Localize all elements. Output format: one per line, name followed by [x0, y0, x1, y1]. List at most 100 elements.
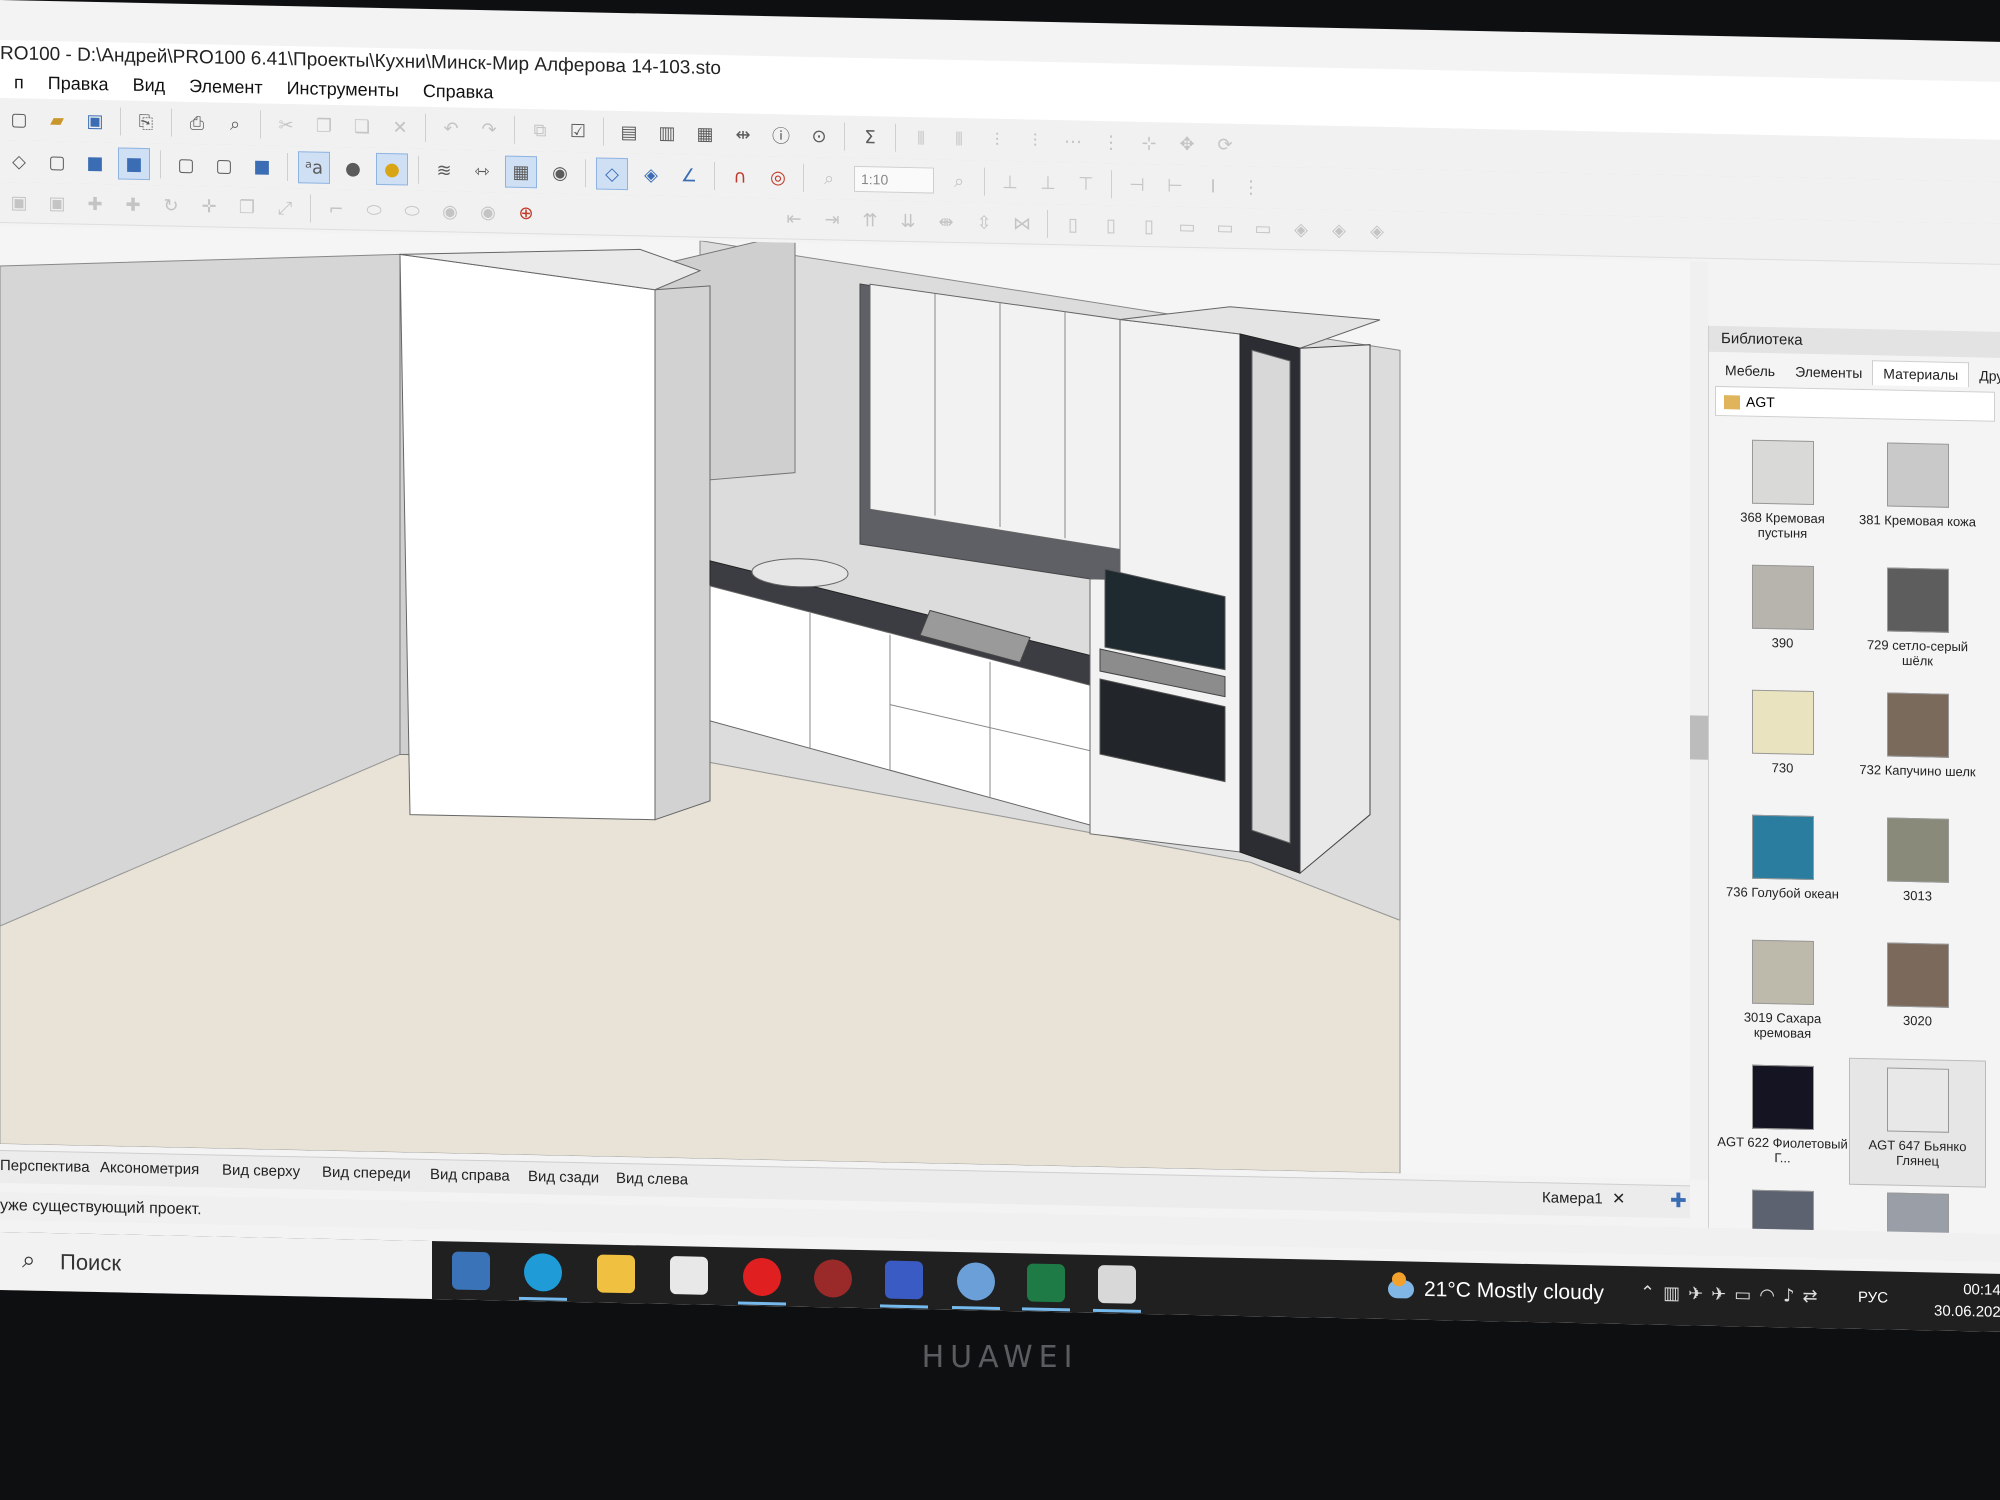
library-folder-select[interactable]: AGT	[1715, 385, 1995, 422]
hide-icon[interactable]: ◉	[435, 196, 465, 227]
panel-split-icon[interactable]: ▯	[1096, 210, 1126, 241]
distribute-v-icon[interactable]: ⋮	[1096, 127, 1126, 158]
move-icon[interactable]: ✥	[1172, 129, 1202, 160]
sum-icon[interactable]: Σ	[855, 122, 885, 153]
oval-icon[interactable]: ⬭	[359, 195, 389, 226]
copy-icon[interactable]: ❐	[309, 110, 339, 141]
align-left-icon[interactable]: ⫴	[906, 123, 936, 154]
zoom-icon[interactable]: ⌕	[814, 163, 844, 194]
tab-axonometry[interactable]: Аксонометрия	[100, 1159, 199, 1178]
delete-icon[interactable]: ✕	[385, 112, 415, 143]
tab-other[interactable]: Други	[1969, 363, 2000, 388]
tab-front-view[interactable]: Вид спереди	[322, 1164, 411, 1183]
align-right-icon[interactable]: ⫴	[944, 124, 974, 155]
pro100-save-icon[interactable]	[885, 1260, 923, 1300]
tag-remove-icon[interactable]: ◈	[1362, 216, 1392, 247]
material-swatch[interactable]	[1850, 1184, 1985, 1237]
arrange-icon[interactable]: ⇤	[779, 203, 809, 234]
tag-add-icon[interactable]: ◈	[1324, 215, 1354, 246]
visibility-eye-icon[interactable]: ◉	[545, 157, 575, 188]
move-element-icon[interactable]: ✛	[194, 191, 224, 222]
grid-icon[interactable]: ▦	[505, 155, 537, 189]
spread-icon[interactable]: ⇼	[931, 207, 961, 238]
material-swatch[interactable]: 3020	[1850, 934, 1985, 1062]
shaded-box-icon[interactable]: ■	[118, 147, 150, 181]
cut-icon[interactable]: ✂	[271, 110, 301, 141]
taskbar-clock[interactable]: 00:14 30.06.202	[1934, 1279, 2000, 1324]
paste-icon[interactable]: ❏	[347, 111, 377, 142]
wireframe-icon[interactable]: ◇	[4, 146, 34, 177]
show-icon[interactable]: ◉	[473, 197, 503, 228]
material-swatch[interactable]: 730	[1715, 681, 1850, 809]
material-swatch[interactable]: 729 сетло-серый шёлк	[1850, 559, 1985, 687]
select-tool-icon[interactable]: ◇	[596, 157, 628, 191]
tab-top-view[interactable]: Вид сверху	[222, 1162, 300, 1181]
edit-vertex-icon[interactable]: ◈	[636, 159, 666, 190]
menu-view[interactable]: Вид	[119, 70, 176, 101]
target-icon[interactable]: ◎	[763, 162, 793, 193]
align-bottom-icon[interactable]: ⫶	[1020, 125, 1050, 156]
remove-point-icon[interactable]: ✚	[118, 189, 148, 220]
line-icon[interactable]: ⋮	[1236, 172, 1266, 203]
material-swatch[interactable]: 390	[1715, 556, 1850, 684]
add-point-icon[interactable]: ✚	[80, 189, 110, 220]
arrange-right-icon[interactable]: ⇥	[817, 204, 847, 235]
material-swatch[interactable]: 3019 Сахара кремовая	[1715, 931, 1850, 1059]
app-notification-icon[interactable]	[1098, 1264, 1136, 1304]
report-icon[interactable]: ▤	[614, 117, 644, 148]
scrollbar-thumb[interactable]	[1690, 715, 1708, 760]
tab-materials[interactable]: Материалы	[1872, 360, 1970, 388]
stack-down-icon[interactable]: ⇊	[893, 206, 923, 237]
material-ball-icon[interactable]: ●	[338, 153, 368, 184]
tab-furniture[interactable]: Мебель	[1715, 358, 1785, 383]
hinge-icon[interactable]: ⊤	[1071, 168, 1101, 199]
system-tray-icons[interactable]: ⌃▥✈✈▭◠♪⇄	[1640, 1282, 1826, 1307]
oval-cut-icon[interactable]: ⬭	[397, 195, 427, 226]
weather-widget[interactable]: 21°C Mostly cloudy	[1388, 1277, 1604, 1306]
export-icon[interactable]: ⎘	[131, 107, 161, 138]
camera-tab[interactable]: Камера1	[1542, 1189, 1603, 1207]
material-swatch[interactable]: 368 Кремовая пустыня	[1715, 431, 1850, 559]
print-icon[interactable]: ⎙	[182, 108, 212, 139]
light-bulb-icon[interactable]: ●	[376, 152, 408, 186]
texture-toggle-icon[interactable]: ᵃa	[298, 151, 330, 184]
3d-viewport[interactable]	[0, 226, 1691, 1180]
magnet-icon[interactable]: ∩	[725, 161, 755, 192]
frame-group-icon[interactable]: ▣	[42, 188, 72, 219]
menu-edit[interactable]: Правка	[34, 69, 119, 101]
align-top-icon[interactable]: ⫶	[982, 125, 1012, 156]
app-wheel-icon[interactable]	[814, 1259, 852, 1298]
panel-icon[interactable]: ▯	[1058, 209, 1088, 240]
tab-perspective[interactable]: Перспектива	[0, 1157, 90, 1176]
spread-v-icon[interactable]: ⇳	[969, 207, 999, 238]
solid-box-icon[interactable]: ■	[80, 148, 110, 179]
text-cursor-icon[interactable]: I	[1198, 171, 1228, 202]
add-camera-icon[interactable]: ✚	[1670, 1188, 1687, 1213]
taskbar-search[interactable]: ⌕ Поиск	[0, 1232, 432, 1300]
edge-v-icon[interactable]: ⊢	[1160, 170, 1190, 201]
excel-icon[interactable]	[1027, 1263, 1065, 1303]
material-swatch[interactable]: 381 Кремовая кожа	[1850, 434, 1985, 562]
close-icon[interactable]: ✕	[1612, 1189, 1625, 1209]
undo-icon[interactable]: ↶	[436, 113, 466, 144]
pin-icon[interactable]: ⊥	[995, 167, 1025, 198]
rotate-element-icon[interactable]: ↻	[156, 190, 186, 221]
edge-h-icon[interactable]: ⊣	[1122, 170, 1152, 201]
edge-browser-icon[interactable]	[524, 1252, 562, 1292]
menu-help[interactable]: Справка	[409, 77, 504, 109]
tab-left-view[interactable]: Вид слева	[616, 1170, 688, 1189]
pin-group-icon[interactable]: ⊥	[1033, 168, 1063, 199]
price-icon[interactable]: ⊙	[804, 121, 834, 152]
help-lifebuoy-icon[interactable]: ⊕	[511, 198, 541, 229]
material-swatch[interactable]: 732 Капучино шелк	[1850, 684, 1985, 812]
textured-box-icon[interactable]: ■	[247, 151, 277, 182]
menu-file[interactable]: п	[0, 68, 34, 99]
tab-elements[interactable]: Элементы	[1785, 359, 1872, 385]
material-swatch[interactable]	[1715, 1181, 1850, 1234]
menu-tools[interactable]: Инструменты	[273, 74, 409, 107]
snap-icon[interactable]: ⊹	[1134, 128, 1164, 159]
profile-icon[interactable]: ⌐	[321, 194, 351, 225]
cut-list-icon[interactable]: ▦	[690, 118, 720, 149]
material-swatch-selected[interactable]: AGT 647 Бьянко Глянец	[1849, 1057, 1986, 1188]
material-swatch[interactable]: 3013	[1850, 809, 1985, 937]
